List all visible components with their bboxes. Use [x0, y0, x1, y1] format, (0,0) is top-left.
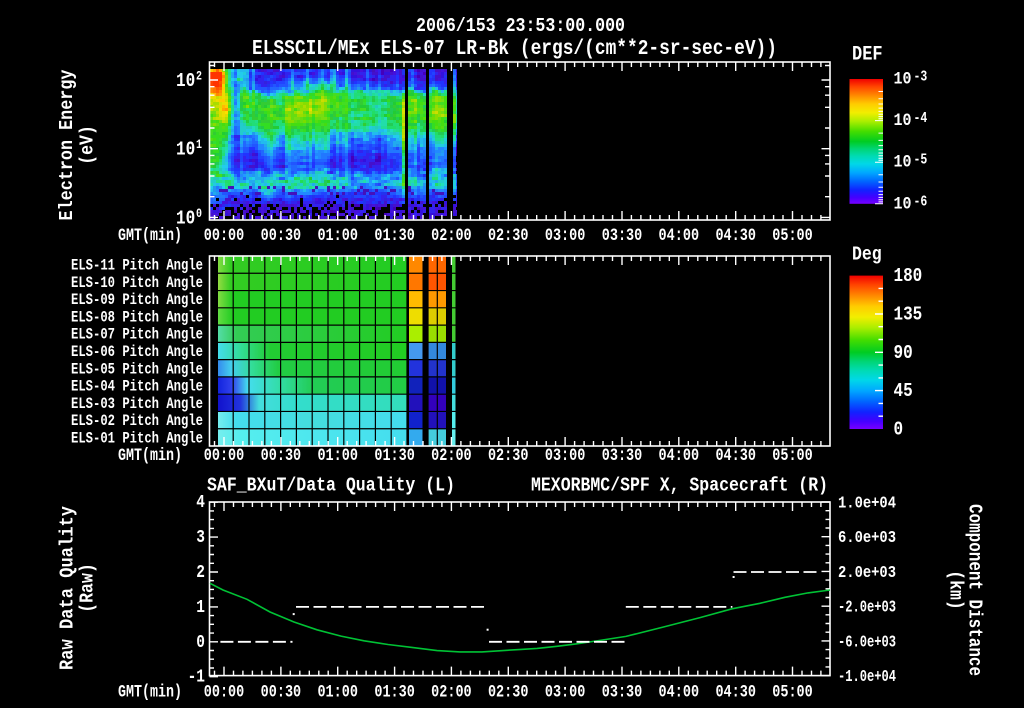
svg-text:04:00: 04:00 — [659, 445, 700, 465]
svg-text:0: 0 — [196, 208, 202, 221]
svg-text:-1.0e+04: -1.0e+04 — [838, 667, 896, 687]
svg-text:2.0e+03: 2.0e+03 — [838, 563, 896, 583]
svg-text:0: 0 — [196, 631, 205, 652]
svg-text:02:00: 02:00 — [431, 445, 472, 465]
svg-text:04:00: 04:00 — [659, 225, 700, 245]
svg-text:GMT(min): GMT(min) — [118, 445, 182, 465]
svg-text:0: 0 — [894, 419, 904, 441]
svg-text:04:00: 04:00 — [659, 682, 700, 702]
svg-text:ELSSCIL/MEx ELS-07 LR-Bk (erg: ELSSCIL/MEx ELS-07 LR-Bk (ergs/(cm**2-sr… — [252, 37, 777, 61]
svg-text:01:00: 01:00 — [317, 445, 358, 465]
svg-text:03:30: 03:30 — [602, 682, 643, 702]
svg-text:10: 10 — [176, 208, 195, 230]
svg-text:SAF_BXuT/Data Quality (L): SAF_BXuT/Data Quality (L) — [207, 475, 455, 497]
svg-text:02:30: 02:30 — [488, 445, 529, 465]
svg-text:-6.0e+03: -6.0e+03 — [838, 632, 896, 652]
svg-text:(eV): (eV) — [77, 125, 99, 165]
svg-text:01:30: 01:30 — [374, 225, 415, 245]
svg-text:03:30: 03:30 — [602, 445, 643, 465]
svg-text:04:30: 04:30 — [715, 682, 756, 702]
svg-text:GMT(min): GMT(min) — [118, 225, 182, 245]
svg-text:02:00: 02:00 — [431, 682, 472, 702]
svg-text:01:30: 01:30 — [374, 445, 415, 465]
svg-text:90: 90 — [894, 343, 913, 365]
svg-text:03:00: 03:00 — [545, 445, 586, 465]
svg-text:-5: -5 — [914, 152, 928, 169]
svg-text:00:00: 00:00 — [204, 225, 245, 245]
svg-text:00:00: 00:00 — [204, 445, 245, 465]
svg-text:ELS-10 Pitch Angle: ELS-10 Pitch Angle — [71, 275, 203, 293]
svg-text:02:30: 02:30 — [488, 682, 529, 702]
svg-text:00:30: 00:30 — [261, 682, 302, 702]
svg-text:03:00: 03:00 — [545, 225, 586, 245]
svg-text:-6: -6 — [914, 193, 928, 210]
svg-text:02:00: 02:00 — [431, 225, 472, 245]
svg-text:05:00: 05:00 — [772, 225, 813, 245]
svg-text:135: 135 — [894, 304, 923, 326]
svg-text:180: 180 — [894, 266, 923, 288]
svg-text:04:30: 04:30 — [715, 225, 756, 245]
svg-text:01:00: 01:00 — [317, 225, 358, 245]
svg-text:Component Distance: Component Distance — [963, 504, 985, 676]
svg-text:ELS-09 Pitch Angle: ELS-09 Pitch Angle — [71, 292, 203, 310]
svg-text:-4: -4 — [914, 110, 928, 127]
svg-text:-1: -1 — [188, 666, 206, 687]
svg-text:Deg: Deg — [852, 244, 882, 266]
svg-text:(km): (km) — [944, 570, 966, 610]
svg-text:10: 10 — [176, 139, 195, 161]
svg-text:00:30: 00:30 — [261, 225, 302, 245]
svg-text:45: 45 — [894, 381, 913, 403]
svg-text:GMT(min): GMT(min) — [118, 682, 182, 702]
svg-text:ELS-03 Pitch Angle: ELS-03 Pitch Angle — [71, 395, 203, 413]
svg-text:6.0e+03: 6.0e+03 — [838, 528, 896, 548]
svg-text:MEXORBMC/SPF X, Spacecraft (R): MEXORBMC/SPF X, Spacecraft (R) — [531, 475, 828, 497]
svg-text:1: 1 — [196, 596, 205, 617]
svg-text:05:00: 05:00 — [772, 445, 813, 465]
svg-text:2: 2 — [196, 562, 205, 583]
svg-text:ELS-07 Pitch Angle: ELS-07 Pitch Angle — [71, 326, 203, 344]
svg-text:02:30: 02:30 — [488, 225, 529, 245]
svg-text:DEF: DEF — [852, 42, 883, 66]
svg-text:10: 10 — [894, 193, 912, 214]
svg-text:10: 10 — [894, 68, 912, 89]
svg-text:ELS-01 Pitch Angle: ELS-01 Pitch Angle — [71, 430, 203, 448]
svg-text:ELS-04 Pitch Angle: ELS-04 Pitch Angle — [71, 378, 203, 396]
svg-text:10: 10 — [894, 110, 912, 131]
svg-text:1.0e+04: 1.0e+04 — [838, 493, 896, 513]
svg-text:03:00: 03:00 — [545, 682, 586, 702]
svg-text:ELS-08 Pitch Angle: ELS-08 Pitch Angle — [71, 309, 203, 327]
svg-text:04:30: 04:30 — [715, 445, 756, 465]
svg-text:ELS-11 Pitch Angle: ELS-11 Pitch Angle — [71, 257, 203, 275]
svg-text:(Raw): (Raw) — [77, 563, 99, 612]
svg-text:05:00: 05:00 — [772, 682, 813, 702]
svg-text:3: 3 — [196, 527, 205, 548]
svg-text:ELS-06 Pitch Angle: ELS-06 Pitch Angle — [71, 344, 203, 362]
svg-text:01:30: 01:30 — [374, 682, 415, 702]
svg-text:Electron Energy: Electron Energy — [57, 69, 79, 220]
svg-text:Raw Data Quality: Raw Data Quality — [57, 506, 79, 670]
svg-text:-2.0e+03: -2.0e+03 — [838, 597, 896, 617]
svg-text:-3: -3 — [914, 68, 928, 85]
svg-text:00:00: 00:00 — [204, 682, 245, 702]
svg-text:00:30: 00:30 — [261, 445, 302, 465]
svg-text:2006/153 23:53:00.000: 2006/153 23:53:00.000 — [416, 16, 625, 38]
svg-text:10: 10 — [894, 151, 912, 172]
svg-text:2: 2 — [196, 71, 202, 84]
svg-text:10: 10 — [176, 71, 195, 93]
svg-text:ELS-05 Pitch Angle: ELS-05 Pitch Angle — [71, 361, 203, 379]
svg-text:4: 4 — [196, 492, 205, 513]
svg-text:01:00: 01:00 — [317, 682, 358, 702]
svg-text:ELS-02 Pitch Angle: ELS-02 Pitch Angle — [71, 413, 203, 431]
svg-text:03:30: 03:30 — [602, 225, 643, 245]
svg-text:1: 1 — [196, 139, 202, 152]
